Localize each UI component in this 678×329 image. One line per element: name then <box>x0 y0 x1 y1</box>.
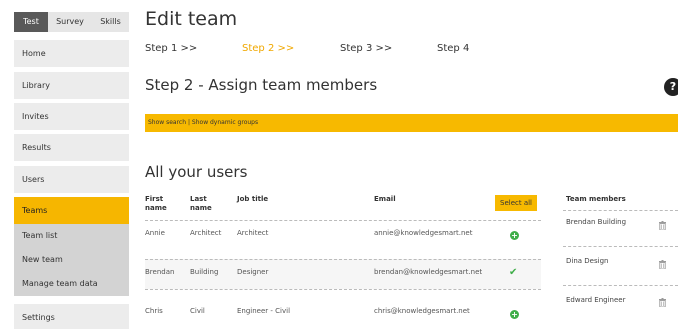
sidebar-item-users[interactable]: Users <box>14 166 129 193</box>
header-last-name: Last name <box>190 195 212 212</box>
check-icon: ✔ <box>509 267 518 278</box>
step-4[interactable]: Step 4 <box>437 43 469 54</box>
help-icon[interactable]: ? <box>664 78 678 96</box>
show-dynamic-groups-link[interactable]: Show dynamic groups <box>192 119 258 126</box>
team-members-divider <box>563 285 678 286</box>
step-2: Step 2 >> <box>242 43 295 54</box>
sidebar-item-teams[interactable]: Teams <box>14 197 129 224</box>
team-members-divider <box>563 246 678 247</box>
add-user-icon[interactable]: + <box>510 231 519 240</box>
sidebar-item-manage-team-data[interactable]: Manage team data <box>14 272 129 296</box>
row-divider <box>145 220 541 221</box>
tab-skills[interactable]: Skills <box>92 12 129 32</box>
header-email: Email <box>374 195 396 203</box>
sidebar: Test Survey Skills Home Library Invites … <box>0 0 129 329</box>
team-member-item: Brendan Building <box>566 218 627 226</box>
sidebar-item-team-list[interactable]: Team list <box>14 224 129 248</box>
cell-first-name: Chris <box>145 307 163 315</box>
cell-last-name: Building <box>190 268 219 276</box>
sidebar-item-invites[interactable]: Invites <box>14 103 129 130</box>
cell-last-name: Architect <box>190 229 222 237</box>
sidebar-item-results[interactable]: Results <box>14 134 129 161</box>
header-job-title: Job title <box>237 195 269 203</box>
trash-icon[interactable] <box>659 260 666 269</box>
main-content: Edit team Step 1 >> Step 2 >> Step 3 >> … <box>145 0 678 329</box>
cell-job-title: Designer <box>237 268 269 276</box>
cell-email: brendan@knowledgesmart.net <box>374 268 483 276</box>
header-first-name: First name <box>145 195 167 212</box>
step-1[interactable]: Step 1 >> <box>145 43 242 54</box>
team-member-item: Dina Design <box>566 257 609 265</box>
cell-email: chris@knowledgesmart.net <box>374 307 470 315</box>
cell-last-name: Civil <box>190 307 205 315</box>
wizard-steps: Step 1 >> Step 2 >> Step 3 >> Step 4 <box>145 43 469 54</box>
users-section-title: All your users <box>145 163 248 181</box>
team-member-item: Edward Engineer <box>566 296 626 304</box>
module-tabs: Test Survey Skills <box>14 12 129 32</box>
cell-first-name: Annie <box>145 229 165 237</box>
team-members-title: Team members <box>566 195 626 203</box>
sidebar-item-new-team[interactable]: New team <box>14 248 129 272</box>
show-search-link[interactable]: Show search <box>148 119 186 126</box>
trash-icon[interactable] <box>659 298 666 307</box>
add-user-icon[interactable]: + <box>510 310 519 319</box>
trash-icon[interactable] <box>659 221 666 230</box>
options-bar: Show search | Show dynamic groups <box>145 114 678 132</box>
row-divider <box>145 259 541 260</box>
cell-email: annie@knowledgesmart.net <box>374 229 473 237</box>
tab-test[interactable]: Test <box>14 12 48 32</box>
step-3[interactable]: Step 3 >> <box>340 43 437 54</box>
select-all-button[interactable]: Select all <box>495 195 537 211</box>
team-members-divider <box>563 210 678 211</box>
sidebar-item-home[interactable]: Home <box>14 40 129 67</box>
tab-survey[interactable]: Survey <box>48 12 92 32</box>
step-title: Step 2 - Assign team members <box>145 76 378 94</box>
row-divider <box>145 289 541 290</box>
sidebar-item-settings[interactable]: Settings <box>14 304 129 329</box>
page-title: Edit team <box>145 8 238 30</box>
sidebar-item-library[interactable]: Library <box>14 72 129 99</box>
cell-first-name: Brendan <box>145 268 175 276</box>
cell-job-title: Engineer - Civil <box>237 307 291 315</box>
bar-separator: | <box>187 119 190 126</box>
cell-job-title: Architect <box>237 229 269 237</box>
